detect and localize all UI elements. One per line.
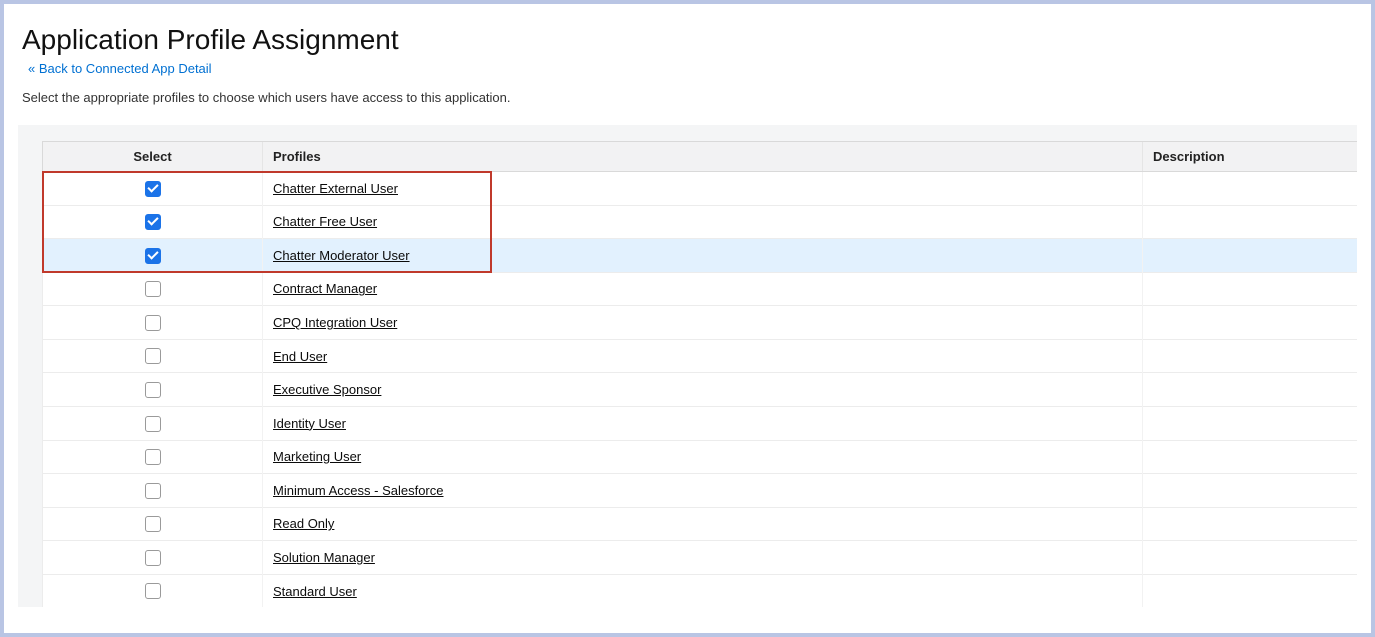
profile-checkbox[interactable] <box>145 516 161 532</box>
profile-link[interactable]: End User <box>273 349 327 364</box>
profile-cell: Chatter External User <box>263 172 1143 206</box>
select-cell <box>43 306 263 340</box>
select-cell <box>43 339 263 373</box>
description-cell <box>1143 339 1358 373</box>
profile-cell: Marketing User <box>263 440 1143 474</box>
description-cell <box>1143 474 1358 508</box>
instruction-text: Select the appropriate profiles to choos… <box>22 90 1357 105</box>
table-row: Read Only <box>43 507 1358 541</box>
profile-checkbox[interactable] <box>145 550 161 566</box>
profile-checkbox[interactable] <box>145 348 161 364</box>
select-cell <box>43 574 263 607</box>
table-row: Executive Sponsor <box>43 373 1358 407</box>
select-cell <box>43 541 263 575</box>
header-select: Select <box>43 142 263 172</box>
description-cell <box>1143 205 1358 239</box>
table-row: Solution Manager <box>43 541 1358 575</box>
select-cell <box>43 440 263 474</box>
select-cell <box>43 474 263 508</box>
profile-link[interactable]: Identity User <box>273 416 346 431</box>
profile-checkbox[interactable] <box>145 382 161 398</box>
profile-checkbox[interactable] <box>145 583 161 599</box>
description-cell <box>1143 272 1358 306</box>
profile-cell: Chatter Free User <box>263 205 1143 239</box>
select-cell <box>43 272 263 306</box>
profile-link[interactable]: Solution Manager <box>273 550 375 565</box>
description-cell <box>1143 507 1358 541</box>
page-container: Application Profile Assignment « Back to… <box>4 4 1371 633</box>
select-cell <box>43 507 263 541</box>
table-row: Contract Manager <box>43 272 1358 306</box>
description-cell <box>1143 306 1358 340</box>
profile-checkbox[interactable] <box>145 214 161 230</box>
select-cell <box>43 406 263 440</box>
table-row: Chatter Moderator User <box>43 239 1358 273</box>
profile-cell: Contract Manager <box>263 272 1143 306</box>
profile-checkbox[interactable] <box>145 281 161 297</box>
description-cell <box>1143 440 1358 474</box>
profile-cell: Chatter Moderator User <box>263 239 1143 273</box>
profile-link[interactable]: CPQ Integration User <box>273 315 397 330</box>
profile-checkbox[interactable] <box>145 483 161 499</box>
table-body: Chatter External User Chatter Free User Ch… <box>43 172 1358 608</box>
profile-link[interactable]: Executive Sponsor <box>273 382 381 397</box>
profile-link[interactable]: Chatter External User <box>273 181 398 196</box>
profile-cell: Identity User <box>263 406 1143 440</box>
profile-link[interactable]: Standard User <box>273 584 357 599</box>
profile-link[interactable]: Chatter Moderator User <box>273 248 410 263</box>
select-cell <box>43 205 263 239</box>
table-row: CPQ Integration User <box>43 306 1358 340</box>
table-header-row: Select Profiles Description <box>43 142 1358 172</box>
profile-cell: Executive Sponsor <box>263 373 1143 407</box>
select-cell <box>43 373 263 407</box>
profile-cell: Solution Manager <box>263 541 1143 575</box>
table-row: Identity User <box>43 406 1358 440</box>
header-description: Description <box>1143 142 1358 172</box>
profile-checkbox[interactable] <box>145 416 161 432</box>
profile-cell: Read Only <box>263 507 1143 541</box>
profile-link[interactable]: Contract Manager <box>273 281 377 296</box>
table-row: Chatter Free User <box>43 205 1358 239</box>
description-cell <box>1143 541 1358 575</box>
profiles-table: Select Profiles Description Chatter Exte… <box>42 141 1357 607</box>
profile-cell: CPQ Integration User <box>263 306 1143 340</box>
profile-cell: Minimum Access - Salesforce <box>263 474 1143 508</box>
table-row: Standard User <box>43 574 1358 607</box>
profile-cell: Standard User <box>263 574 1143 607</box>
description-cell <box>1143 239 1358 273</box>
profile-checkbox[interactable] <box>145 181 161 197</box>
profile-checkbox[interactable] <box>145 248 161 264</box>
table-row: End User <box>43 339 1358 373</box>
profile-link[interactable]: Read Only <box>273 516 334 531</box>
description-cell <box>1143 373 1358 407</box>
back-link[interactable]: « Back to Connected App Detail <box>28 61 212 76</box>
description-cell <box>1143 406 1358 440</box>
profile-link[interactable]: Minimum Access - Salesforce <box>273 483 444 498</box>
header-profiles: Profiles <box>263 142 1143 172</box>
profile-checkbox[interactable] <box>145 315 161 331</box>
description-cell <box>1143 172 1358 206</box>
select-cell <box>43 172 263 206</box>
table-row: Minimum Access - Salesforce <box>43 474 1358 508</box>
select-cell <box>43 239 263 273</box>
table-wrap: Select Profiles Description Chatter Exte… <box>42 141 1357 607</box>
description-cell <box>1143 574 1358 607</box>
profile-checkbox[interactable] <box>145 449 161 465</box>
table-row: Marketing User <box>43 440 1358 474</box>
page-title: Application Profile Assignment <box>22 24 1357 56</box>
profile-link[interactable]: Marketing User <box>273 449 361 464</box>
profile-cell: End User <box>263 339 1143 373</box>
table-row: Chatter External User <box>43 172 1358 206</box>
profile-link[interactable]: Chatter Free User <box>273 214 377 229</box>
panel: Select Profiles Description Chatter Exte… <box>18 125 1357 607</box>
